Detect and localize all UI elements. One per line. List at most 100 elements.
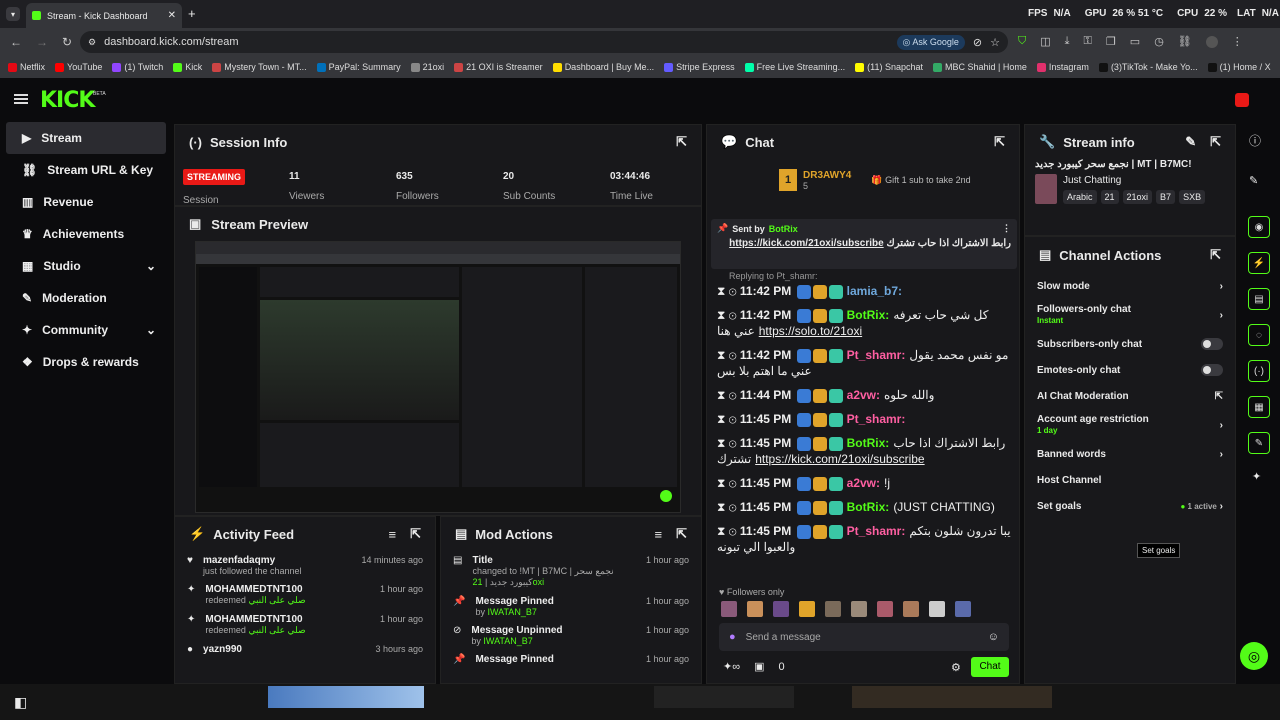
pinned-link[interactable]: https://kick.com/21oxi/subscribe [729, 238, 884, 249]
ask-google-button[interactable]: ◎ Ask Google [896, 34, 965, 50]
age-restriction-row[interactable]: Account age restriction 1 day › [1025, 409, 1235, 441]
forward-icon[interactable]: → [36, 35, 48, 49]
key-icon[interactable]: ⚿ [1084, 35, 1092, 48]
bookmark-item[interactable]: (11) Snapchat [855, 62, 923, 72]
chat-message[interactable]: ⧗ ⊙ 11:42 PM Pt_shamr: مو نفس محمد يقول ع… [707, 343, 1019, 383]
broadcast-icon[interactable]: (·) [1248, 360, 1270, 382]
bolt-icon[interactable]: ⚡ [1248, 252, 1270, 274]
subscribers-only-row[interactable]: Subscribers-only chat [1025, 331, 1235, 357]
popout-icon[interactable]: ⇱ [676, 526, 687, 542]
bookmark-item[interactable]: Stripe Express [664, 62, 735, 72]
bookmark-item[interactable]: Kick [173, 62, 202, 72]
eye-off-icon[interactable]: ⊘ [973, 36, 982, 49]
chat-settings-icon[interactable]: ⚙ [951, 661, 961, 674]
back-icon[interactable]: ← [10, 35, 22, 49]
download-icon[interactable]: ⤓ [1065, 35, 1070, 48]
hamburger-menu-icon[interactable] [14, 94, 28, 104]
info-icon[interactable]: ⓘ [1249, 132, 1261, 149]
edit-icon[interactable]: ✎ [1249, 174, 1258, 187]
browser-tab[interactable]: Stream - Kick Dashboard ✕ [26, 3, 182, 28]
chat-username[interactable]: lamia_b7: [847, 284, 902, 298]
bookmark-item[interactable]: 21oxi [410, 62, 444, 72]
sidebar-item-achievements[interactable]: ♛ Achievements [6, 218, 166, 250]
chat-username[interactable]: Pt_shamr: [847, 524, 906, 538]
chat-message[interactable]: ⧗ ⊙ 11:44 PM a2vw: والله حلوه [707, 383, 1019, 407]
chat-username[interactable]: a2vw: [847, 476, 880, 490]
popout-icon[interactable]: ⇱ [1210, 247, 1221, 263]
filter-icon[interactable]: ≡ [655, 527, 663, 542]
followers-only-row[interactable]: Followers-only chat Instant › [1025, 299, 1235, 331]
taskbar-thumbnail[interactable] [654, 686, 794, 708]
sidebar-item-drops-rewards[interactable]: ❖ Drops & rewards [6, 346, 166, 378]
bookmark-item[interactable]: Dashboard | Buy Me... [552, 62, 654, 72]
support-icon[interactable]: ◎ [1240, 642, 1268, 670]
bookmark-item[interactable]: (3)TikTok - Make Yo... [1098, 62, 1198, 72]
chat-username[interactable]: a2vw: [847, 388, 880, 402]
chat-username[interactable]: Pt_shamr: [847, 412, 906, 426]
profile-avatar[interactable] [1205, 35, 1218, 48]
emotes-only-toggle[interactable] [1201, 364, 1223, 376]
banned-words-row[interactable]: Banned words › [1025, 441, 1235, 467]
tab-list-icon[interactable]: ▾ [6, 7, 20, 21]
chat-icon[interactable]: ◌ [1248, 324, 1270, 346]
pinned-message[interactable]: 📌 Sent by BotRix ⋮ رابط الاشتراك اذا حاب تش… [711, 219, 1017, 269]
user-avatar[interactable] [1235, 93, 1249, 107]
start-icon[interactable]: ◧ [14, 694, 27, 711]
popout-icon[interactable]: ⇱ [994, 134, 1005, 150]
popout-icon[interactable]: ⇱ [410, 526, 421, 542]
extensions-icon[interactable]: ◫ [1040, 35, 1050, 48]
chat-username[interactable]: BotRix: [847, 436, 890, 450]
sidebar-item-community[interactable]: ✦ Community ⌄ [6, 314, 166, 346]
menu-icon[interactable]: ⋮ [1232, 35, 1243, 48]
more-icon[interactable]: ⋮ [1002, 223, 1011, 234]
bookmark-item[interactable]: 21 OXI is Streamer [454, 62, 543, 72]
bookmark-item[interactable]: Free Live Streaming... [744, 62, 845, 72]
bookmark-item[interactable]: (1) Twitch [112, 62, 163, 72]
chat-message[interactable]: ⧗ ⊙ 11:42 PM lamia_b7: [707, 279, 1019, 303]
chat-message[interactable]: ⧗ ⊙ 11:45 PM a2vw: !j [707, 471, 1019, 495]
list-icon[interactable]: ▦ [1248, 396, 1270, 418]
bookmark-item[interactable]: Instagram [1036, 62, 1089, 72]
sidebar-item-stream-url-key[interactable]: ⛓ Stream URL & Key [6, 154, 166, 186]
taskbar-thumbnail[interactable] [268, 686, 424, 708]
tab-close-icon[interactable]: ✕ [168, 10, 176, 21]
chat-input[interactable]: ● Send a message ☺ [719, 623, 1009, 651]
subs-only-toggle[interactable] [1201, 338, 1223, 350]
stream-video[interactable] [195, 241, 681, 513]
chat-message[interactable]: ⧗ ⊙ 11:45 PM Pt_shamr: يبا تدرون شلون بتك… [707, 519, 1019, 559]
sidebar-item-stream[interactable]: ▶ Stream [6, 122, 166, 154]
taskbar-thumbnail[interactable] [852, 686, 1052, 708]
tag-chip[interactable]: 21 [1100, 189, 1119, 204]
chat-send-button[interactable]: Chat [971, 657, 1009, 677]
set-goals-row[interactable]: Set goals ● 1 active › [1025, 493, 1235, 519]
bookmark-item[interactable]: Mystery Town - MT... [212, 62, 307, 72]
copy-icon[interactable]: ❐ [1106, 35, 1116, 48]
bookmark-star-icon[interactable]: ☆ [990, 36, 1000, 49]
bookmark-item[interactable]: (1) Home / X [1207, 62, 1271, 72]
tag-chip[interactable]: Arabic [1063, 189, 1097, 204]
chat-message[interactable]: ⧗ ⊙ 11:45 PM Pt_shamr: [707, 407, 1019, 431]
new-tab-icon[interactable]: + [188, 6, 196, 21]
bookmark-item[interactable]: Netflix [8, 62, 45, 72]
bookmark-item[interactable]: MBC Shahid | Home [933, 62, 1027, 72]
mic-icon[interactable]: ● [729, 631, 736, 643]
emoji-icon[interactable]: ☺ [988, 631, 999, 643]
chat-message[interactable]: ⧗ ⊙ 11:42 PM BotRix: كل شي حاب تعرفه عني … [707, 303, 1019, 343]
slow-mode-row[interactable]: Slow mode › [1025, 273, 1235, 299]
kick-logo[interactable]: KICK [40, 88, 95, 113]
link-icon[interactable]: ⛓ [1178, 35, 1192, 48]
chat-message[interactable]: ⧗ ⊙ 11:45 PM BotRix: (JUST CHATTING) [707, 495, 1019, 519]
edit-icon[interactable]: ✎ [1185, 134, 1196, 150]
reload-icon[interactable]: ↻ [62, 35, 72, 49]
document-icon[interactable]: ▤ [1248, 288, 1270, 310]
site-info-icon[interactable]: ⚙ [88, 37, 96, 48]
sidebar-item-moderation[interactable]: ✎ Moderation [6, 282, 166, 314]
points-icon[interactable]: ✦∞ [723, 660, 740, 673]
chat-link[interactable]: https://kick.com/21oxi/subscribe [755, 452, 924, 466]
bookmark-item[interactable]: PayPal: Summary [316, 62, 401, 72]
card-icon[interactable]: ▭ [1130, 35, 1140, 48]
wrench-icon[interactable]: ✎ [1248, 432, 1270, 454]
tag-chip[interactable]: 21oxi [1122, 189, 1153, 204]
history-icon[interactable]: ◷ [1154, 35, 1164, 48]
shield-icon[interactable]: ⛉ [1018, 35, 1026, 48]
